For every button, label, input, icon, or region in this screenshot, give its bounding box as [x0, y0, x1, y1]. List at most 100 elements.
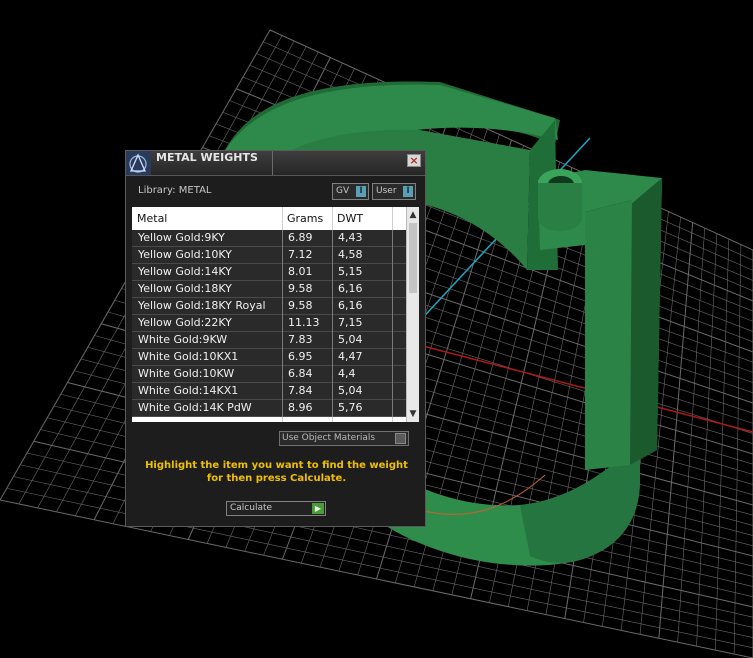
- dwt-cell: 4,4: [338, 367, 356, 380]
- library-label: Library: METAL: [138, 185, 212, 196]
- row-divider: [392, 366, 393, 383]
- row-divider: [332, 315, 333, 332]
- row-divider: [282, 281, 283, 298]
- dwt-cell: 6,16: [338, 299, 363, 312]
- calculate-arrow-icon: ▶: [312, 503, 324, 514]
- scroll-up-icon[interactable]: ▲: [407, 209, 419, 221]
- metal-cell: White Gold:10KX1: [138, 350, 239, 363]
- row-divider: [392, 349, 393, 366]
- table-row[interactable]: White Gold:10KW 6.84 4,4: [132, 366, 406, 383]
- close-button[interactable]: ×: [407, 154, 421, 167]
- dialog-title: METAL WEIGHTS: [156, 151, 258, 164]
- row-divider: [282, 332, 283, 349]
- row-divider: [282, 247, 283, 264]
- grid-line: [658, 222, 694, 639]
- table-scrollbar[interactable]: ▲ ▼: [406, 207, 419, 422]
- table-row[interactable]: Yellow Gold:18KY Royal 9.58 6,16: [132, 298, 406, 315]
- row-divider: [332, 332, 333, 349]
- row-divider: [332, 247, 333, 264]
- row-divider: [282, 264, 283, 281]
- metal-cell: Yellow Gold:10KY: [138, 248, 232, 261]
- dwt-cell: 4,58: [338, 248, 363, 261]
- metal-weights-dialog: METAL WEIGHTS × Library: METAL GV I User…: [125, 150, 426, 527]
- grams-cell: 6.95: [288, 350, 313, 363]
- grams-cell: 9.58: [288, 299, 313, 312]
- row-divider: [332, 264, 333, 281]
- row-divider: [332, 383, 333, 400]
- table-row[interactable]: Yellow Gold:22KY 11.13 7,15: [132, 315, 406, 332]
- table-row[interactable]: White Gold:10KX1 6.95 4,47: [132, 349, 406, 366]
- dwt-cell: 4,47: [338, 350, 363, 363]
- table-header: Metal Grams DWT: [132, 207, 406, 230]
- use-object-materials-radio[interactable]: [395, 433, 406, 444]
- row-divider: [282, 315, 283, 332]
- calculate-button[interactable]: Calculate ▶: [226, 501, 326, 516]
- grams-cell: 8.01: [288, 265, 313, 278]
- table-row[interactable]: Yellow Gold:10KY 7.12 4,58: [132, 247, 406, 264]
- user-toggle[interactable]: User I: [372, 183, 416, 200]
- grid-line: [696, 233, 718, 647]
- row-divider: [392, 332, 393, 349]
- dwt-cell: 7,15: [338, 316, 363, 329]
- row-divider: [332, 298, 333, 315]
- row-divider: [392, 247, 393, 264]
- grams-cell: 6.84: [288, 367, 313, 380]
- row-divider: [332, 281, 333, 298]
- column-header-grams[interactable]: Grams: [282, 207, 332, 230]
- scroll-down-icon[interactable]: ▼: [407, 408, 419, 420]
- gv-toggle[interactable]: GV I: [332, 183, 369, 200]
- metal-cell: Yellow Gold:9KY: [138, 231, 225, 244]
- row-divider: [392, 264, 393, 281]
- row-divider: [332, 349, 333, 366]
- table-row[interactable]: Yellow Gold:18KY 9.58 6,16: [132, 281, 406, 298]
- instruction-text: Highlight the item you want to find the …: [145, 460, 408, 484]
- grid-line: [733, 244, 742, 655]
- dwt-cell: 5,76: [338, 401, 363, 414]
- use-object-materials-label: Use Object Materials: [282, 433, 376, 443]
- metal-cell: Yellow Gold:18KY: [138, 282, 232, 295]
- table-row[interactable]: Yellow Gold:14KY 8.01 5,15: [132, 264, 406, 281]
- column-header-metal[interactable]: Metal: [132, 207, 282, 230]
- grid-line: [677, 227, 705, 643]
- app-logo-icon: [126, 151, 151, 175]
- dialog-titlebar[interactable]: METAL WEIGHTS ×: [126, 151, 425, 176]
- row-divider: [392, 298, 393, 315]
- row-divider: [282, 230, 283, 247]
- dwt-cell: 5,15: [338, 265, 363, 278]
- row-divider: [392, 383, 393, 400]
- dwt-cell: 6,16: [338, 282, 363, 295]
- table-row[interactable]: White Gold:14K PdW 8.96 5,76: [132, 400, 406, 417]
- row-divider: [392, 281, 393, 298]
- grid-line: [715, 238, 730, 651]
- metal-cell: Yellow Gold:18KY Royal: [138, 299, 266, 312]
- grams-cell: 7.83: [288, 333, 313, 346]
- metal-cell: Yellow Gold:22KY: [138, 316, 232, 329]
- metal-cell: White Gold:14KX1: [138, 384, 239, 397]
- dwt-cell: 5,04: [338, 333, 363, 346]
- row-divider: [392, 230, 393, 247]
- grams-cell: 7.84: [288, 384, 313, 397]
- user-toggle-knob: I: [403, 186, 413, 197]
- gv-toggle-knob: I: [356, 186, 366, 197]
- metal-table[interactable]: Metal Grams DWT Yellow Gold:9KY 6.89 4,43 Y…: [132, 207, 419, 422]
- grams-cell: 8.96: [288, 401, 313, 414]
- dwt-cell: 4,43: [338, 231, 363, 244]
- grams-cell: 7.12: [288, 248, 313, 261]
- table-row[interactable]: White Gold:9KW 7.83 5,04: [132, 332, 406, 349]
- use-object-materials-option[interactable]: Use Object Materials: [279, 431, 409, 446]
- row-divider: [282, 366, 283, 383]
- column-header-dwt[interactable]: DWT: [332, 207, 392, 230]
- scroll-thumb[interactable]: [409, 223, 417, 293]
- user-label: User: [376, 186, 397, 196]
- row-divider: [332, 400, 333, 417]
- table-row[interactable]: White Gold:14KX1 7.84 5,04: [132, 383, 406, 400]
- row-divider: [282, 383, 283, 400]
- gv-label: GV: [336, 186, 350, 196]
- grams-cell: 6.89: [288, 231, 313, 244]
- grams-cell: 9.58: [288, 282, 313, 295]
- calculate-label: Calculate: [230, 503, 273, 513]
- metal-cell: Yellow Gold:14KY: [138, 265, 232, 278]
- table-row[interactable]: Yellow Gold:9KY 6.89 4,43: [132, 230, 406, 247]
- row-divider: [282, 400, 283, 417]
- row-divider: [282, 349, 283, 366]
